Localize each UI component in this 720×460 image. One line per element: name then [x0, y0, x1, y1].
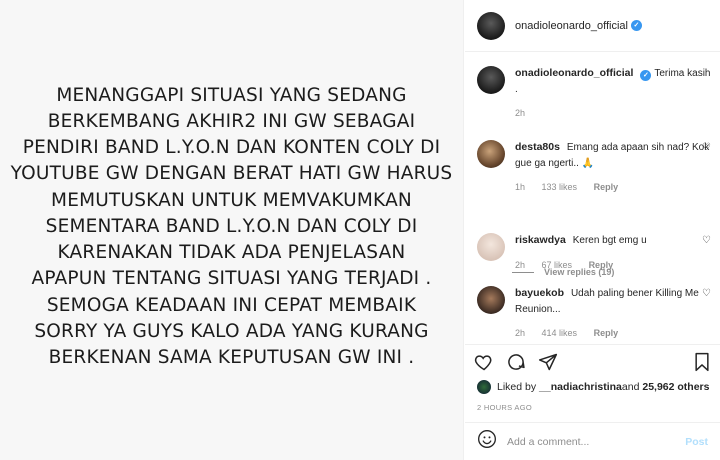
reply-button[interactable]: Reply [589, 260, 614, 270]
heart-icon[interactable] [473, 351, 495, 373]
comment-meta: 2h [515, 106, 713, 121]
emoji-icon[interactable] [477, 429, 497, 454]
share-icon[interactable] [537, 351, 559, 373]
comment-username[interactable]: riskawdya [515, 234, 566, 246]
comment-icon[interactable] [505, 351, 527, 373]
list-item: bayuekob Udah paling bener Killing Me Re… [477, 286, 713, 340]
image-text-line: PENDIRI BAND L.Y.O.N DAN KONTEN COLY DI [22, 137, 441, 159]
avatar[interactable] [477, 233, 505, 261]
image-text-line: BERKENAN SAMA KEPUTUSAN GW INI . [48, 346, 415, 368]
comment-username[interactable]: desta80s [515, 141, 560, 153]
image-text-line: MEMUTUSKAN UNTUK MEMVAKUMKAN [51, 189, 412, 211]
comment-username[interactable]: bayuekob [515, 287, 564, 299]
add-comment-bar: Post [465, 422, 720, 460]
comment-text: riskawdya Keren bgt emg u 2h 67 likes Re… [515, 233, 713, 272]
reply-button[interactable]: Reply [594, 328, 619, 338]
avatar[interactable] [477, 140, 505, 168]
reply-button[interactable]: Reply [594, 182, 619, 192]
comment-text: onadioleonardo_official ✓ Terima kasih . … [515, 66, 713, 121]
comment-text: bayuekob Udah paling bener Killing Me Re… [515, 286, 713, 340]
verified-icon: ✓ [630, 20, 642, 31]
avatar[interactable] [477, 66, 505, 94]
comment-time: 1h [515, 182, 526, 192]
avatar[interactable] [477, 286, 505, 314]
comment-meta: 2h 414 likes Reply [515, 326, 713, 340]
verified-icon: ✓ [640, 70, 652, 81]
post-button[interactable]: Post [685, 436, 708, 448]
comment-likes[interactable]: 67 likes [542, 260, 573, 270]
comment-meta: 2h 67 likes Reply [515, 258, 713, 273]
post-image[interactable]: MENANGGAPI SITUASI YANG SEDANG BERKEMBAN… [0, 0, 464, 460]
list-item: desta80s Emang ada apaan sih nad? Kok gu… [477, 140, 713, 195]
action-bar [465, 344, 720, 380]
header-username[interactable]: onadioleonardo_official [515, 20, 628, 32]
comment-time: 2h [515, 328, 526, 338]
heart-icon[interactable]: ♡ [702, 142, 711, 153]
heart-icon[interactable]: ♡ [702, 288, 711, 299]
post-image-text: MENANGGAPI SITUASI YANG SEDANG BERKEMBAN… [0, 83, 463, 371]
image-text-line: KARENAKAN TIDAK ADA PENJELASAN [57, 242, 406, 264]
heart-icon[interactable]: ♡ [702, 235, 711, 246]
comment-time: 2h [515, 259, 526, 270]
post-timestamp: 2 HOURS AGO [477, 403, 532, 412]
image-text-line: YOUTUBE GW DENGAN BERAT HATI GW HARUS [10, 163, 453, 185]
likes-count[interactable]: 25,962 others [642, 381, 709, 393]
comment-meta: 1h 133 likes Reply [515, 180, 713, 195]
likes-middle: and [621, 381, 640, 393]
avatar[interactable] [477, 11, 505, 40]
comment-text: desta80s Emang ada apaan sih nad? Kok gu… [515, 140, 713, 195]
avatar[interactable] [477, 380, 491, 394]
comment-username[interactable]: onadioleonardo_official [515, 67, 633, 79]
comments-list: onadioleonardo_official ✓ Terima kasih . … [465, 64, 720, 340]
likes-user[interactable]: __nadiachristina [539, 381, 622, 393]
image-text-line: APAPUN TENTANG SITUASI YANG TERJADI . [31, 268, 432, 290]
comment-likes[interactable]: 414 likes [542, 328, 578, 338]
likes-summary: Liked by __nadiachristina and 25,962 oth… [477, 380, 709, 394]
comment-time: 2h [515, 108, 526, 118]
post-side-panel: onadioleonardo_official ✓ onadioleonardo… [465, 0, 720, 460]
comment-likes[interactable]: 133 likes [542, 182, 578, 192]
list-item: riskawdya Keren bgt emg u 2h 67 likes Re… [477, 233, 713, 272]
image-text-line: BERKEMBANG AKHIR2 INI GW SEBAGAI [47, 111, 416, 133]
image-text-line: SEMOGA KEADAAN INI CEPAT MEMBAIK [46, 294, 417, 316]
image-text-line: SEMENTARA BAND L.Y.O.N DAN COLY DI [45, 215, 418, 237]
post-header: onadioleonardo_official ✓ [465, 0, 720, 52]
comment-body: Keren bgt emg u [572, 235, 647, 246]
bookmark-icon[interactable] [691, 351, 713, 373]
comment-input[interactable] [507, 435, 686, 448]
likes-prefix: Liked by [497, 381, 537, 393]
image-text-line: SORRY YA GUYS KALO ADA YANG KURANG [34, 320, 429, 342]
image-text-line: MENANGGAPI SITUASI YANG SEDANG [56, 84, 407, 106]
list-item: onadioleonardo_official ✓ Terima kasih . … [477, 66, 713, 121]
